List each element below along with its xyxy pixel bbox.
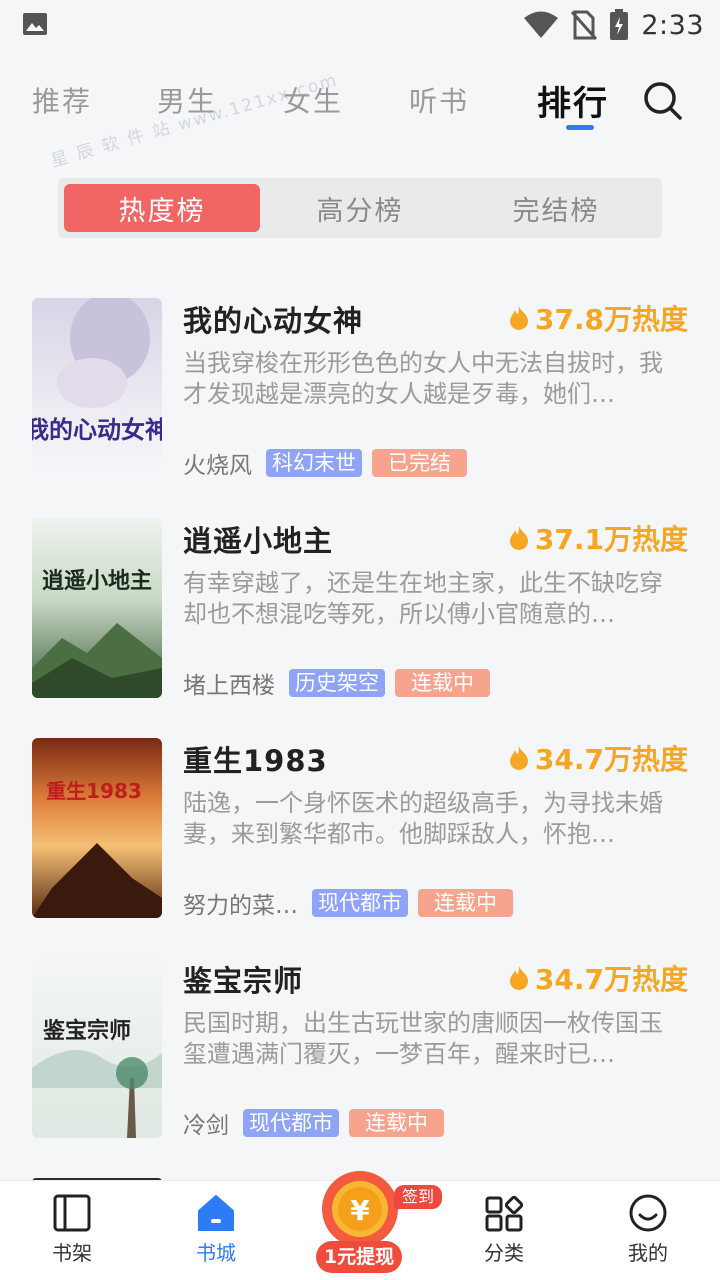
category-tag: 历史架空 xyxy=(289,669,385,697)
cover-title: 逍遥小地主 xyxy=(42,568,152,594)
book-author: 努力的菜… xyxy=(183,893,298,919)
book-item[interactable]: 鉴宝宗师 鉴宝宗师 34.7万热度 民国时期，出生古玩世家的唐顺因一枚传国玉玺遭… xyxy=(0,958,720,1158)
bottom-nav: 书架 书城 分类 我的 ¥ 签到 1元提现 xyxy=(0,1171,720,1280)
category-tag: 科幻末世 xyxy=(266,449,362,477)
nav-bookstore[interactable]: 书城 xyxy=(166,1193,266,1266)
nav-bookshelf[interactable]: 书架 xyxy=(22,1193,122,1266)
book-cover[interactable]: 重生1983 xyxy=(32,738,162,918)
cover-title: 鉴宝宗师 xyxy=(42,1018,131,1044)
book-cover[interactable]: 逍遥小地主 xyxy=(32,518,162,698)
heat-score: 34.7万热度 xyxy=(507,958,688,998)
category-icon xyxy=(485,1195,524,1232)
book-description: 当我穿梭在形形色色的女人中无法自拔时，我才发现越是漂亮的女人越是歹毒，她们… xyxy=(183,349,663,408)
book-author: 冷剑 xyxy=(183,1113,229,1139)
book-title[interactable]: 逍遥小地主 xyxy=(183,518,333,560)
book-item[interactable]: 重生1983 重生1983 34.7万热度 陆逸，一个身怀医术的超级高手，为寻找… xyxy=(0,738,720,938)
book-title[interactable]: 鉴宝宗师 xyxy=(183,958,303,1000)
tab-hot-ranking[interactable]: 热度榜 xyxy=(64,184,260,232)
battery-icon xyxy=(610,9,629,40)
status-bar: 2:33 xyxy=(0,0,720,50)
status-tag: 连载中 xyxy=(395,669,490,697)
book-meta: 堵上西楼 历史架空 连载中 xyxy=(183,668,490,699)
active-tab-indicator xyxy=(566,125,594,130)
book-meta: 火烧风 科幻末世 已完结 xyxy=(183,448,467,479)
book-meta: 冷剑 现代都市 连载中 xyxy=(183,1108,444,1139)
category-tag: 现代都市 xyxy=(243,1109,339,1137)
cover-title: 重生1983 xyxy=(46,779,142,803)
heat-score: 37.1万热度 xyxy=(507,518,688,558)
book-title[interactable]: 重生1983 xyxy=(183,738,328,780)
book-description: 有幸穿越了，还是生在地主家，此生不缺吃穿却也不想混吃等死，所以傅小官随意的… xyxy=(183,569,663,628)
image-icon xyxy=(23,13,47,35)
wifi-icon xyxy=(524,11,559,38)
book-description: 民国时期，出生古玩世家的唐顺因一枚传国玉玺遭遇满门覆灭，一梦百年，醒来时已… xyxy=(183,1009,663,1068)
withdraw-button[interactable]: 1元提现 xyxy=(316,1241,402,1273)
status-tag: 连载中 xyxy=(349,1109,444,1137)
book-cover[interactable]: 鉴宝宗师 xyxy=(32,958,162,1138)
heat-score: 37.8万热度 xyxy=(507,298,688,338)
book-title[interactable]: 我的心动女神 xyxy=(183,298,363,340)
status-tag: 已完结 xyxy=(372,449,467,477)
tab-male[interactable]: 男生 xyxy=(157,80,217,120)
flame-icon xyxy=(509,306,528,330)
nav-category[interactable]: 分类 xyxy=(454,1193,554,1266)
book-description: 陆逸，一个身怀医术的超级高手，为寻找未婚妻，来到繁华都市。他脚踩敌人，怀抱… xyxy=(183,789,663,848)
book-author: 火烧风 xyxy=(183,453,252,479)
tab-recommend[interactable]: 推荐 xyxy=(32,80,92,120)
flame-icon xyxy=(509,526,528,550)
flame-icon xyxy=(509,746,528,770)
no-sim-icon xyxy=(571,10,598,40)
book-item[interactable]: 逍遥小地主 逍遥小地主 37.1万热度 有幸穿越了，还是生在地主家，此生不缺吃穿… xyxy=(0,518,720,718)
bookshelf-icon xyxy=(53,1194,91,1232)
heat-score: 34.7万热度 xyxy=(507,738,688,778)
book-cover[interactable]: 我的心动女神 xyxy=(32,298,162,478)
top-tab-bar: 星 辰 软 件 站 www.121xx.com 推荐 男生 女生 听书 排行 xyxy=(0,70,720,172)
profile-icon xyxy=(629,1194,667,1232)
home-icon xyxy=(198,1195,234,1231)
nav-profile[interactable]: 我的 xyxy=(598,1193,698,1266)
book-item[interactable]: 我的心动女神 我的心动女神 37.8万热度 当我穿梭在形形色色的女人中无法自拔时… xyxy=(0,298,720,498)
book-author: 堵上西楼 xyxy=(183,673,275,699)
tab-female[interactable]: 女生 xyxy=(283,80,343,120)
tab-high-score-ranking[interactable]: 高分榜 xyxy=(262,184,458,232)
category-tag: 现代都市 xyxy=(312,889,408,917)
tab-completed-ranking[interactable]: 完结榜 xyxy=(458,184,654,232)
ranking-type-switch: 热度榜 高分榜 完结榜 xyxy=(58,178,662,238)
status-tag: 连载中 xyxy=(418,889,513,917)
checkin-badge[interactable]: 签到 xyxy=(394,1185,443,1209)
tab-ranking[interactable]: 排行 xyxy=(537,76,609,125)
clock: 2:33 xyxy=(641,9,704,41)
search-icon[interactable] xyxy=(641,79,683,121)
flame-icon xyxy=(509,966,528,990)
cover-title: 我的心动女神 xyxy=(32,415,162,444)
tab-audiobook[interactable]: 听书 xyxy=(409,80,469,120)
book-meta: 努力的菜… 现代都市 连载中 xyxy=(183,888,513,919)
svg-text:¥: ¥ xyxy=(350,1194,370,1227)
